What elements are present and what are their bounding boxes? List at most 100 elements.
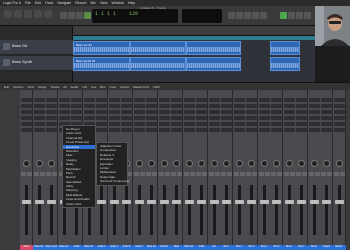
solo-button[interactable] bbox=[302, 172, 307, 176]
mixer-bar-edit[interactable]: Edit bbox=[4, 85, 9, 89]
fader-cap[interactable] bbox=[197, 200, 206, 204]
insert-slot[interactable] bbox=[308, 110, 320, 114]
volume-fader[interactable] bbox=[187, 185, 191, 235]
pan-knob[interactable] bbox=[148, 160, 155, 167]
insert-slot[interactable] bbox=[158, 98, 170, 102]
menu-item-edit[interactable]: Edit bbox=[35, 1, 41, 5]
mixer-bar-master-vca[interactable]: Master/VCA bbox=[133, 85, 149, 89]
insert-slot[interactable] bbox=[108, 110, 120, 114]
channel-strip[interactable]: Output bbox=[320, 90, 333, 250]
insert-slot[interactable] bbox=[321, 128, 332, 132]
channel-strip[interactable]: Master bbox=[332, 90, 346, 250]
audio-region[interactable] bbox=[186, 41, 241, 55]
insert-slot[interactable] bbox=[96, 104, 107, 108]
insert-slot[interactable] bbox=[183, 128, 195, 132]
insert-slot[interactable] bbox=[121, 116, 132, 120]
insert-slot[interactable] bbox=[96, 116, 107, 120]
solo-button[interactable] bbox=[177, 172, 182, 176]
insert-slot[interactable] bbox=[71, 116, 82, 120]
solo-button[interactable] bbox=[139, 172, 145, 176]
insert-slot[interactable] bbox=[308, 98, 320, 102]
mute-button[interactable] bbox=[196, 172, 201, 176]
audio-region[interactable] bbox=[270, 57, 300, 71]
mute-button[interactable] bbox=[233, 172, 239, 176]
menu-item-record[interactable]: Record bbox=[75, 1, 86, 5]
insert-slot[interactable] bbox=[146, 98, 157, 102]
menu-item-navigate[interactable]: Navigate bbox=[57, 1, 71, 5]
insert-slot[interactable] bbox=[208, 122, 220, 126]
volume-fader[interactable] bbox=[312, 185, 316, 235]
solo-button[interactable] bbox=[289, 172, 295, 176]
insert-slot[interactable] bbox=[58, 116, 70, 120]
insert-slot[interactable] bbox=[246, 110, 257, 114]
insert-slot[interactable] bbox=[171, 122, 182, 126]
insert-slot[interactable] bbox=[333, 110, 345, 114]
solo-button[interactable] bbox=[239, 172, 245, 176]
insert-slot[interactable] bbox=[258, 110, 270, 114]
mixer-bar-all[interactable]: All bbox=[63, 85, 66, 89]
insert-slot[interactable] bbox=[333, 98, 345, 102]
volume-fader[interactable] bbox=[50, 185, 53, 235]
pan-knob[interactable] bbox=[185, 160, 193, 167]
insert-slot[interactable] bbox=[321, 98, 332, 102]
fader-cap[interactable] bbox=[209, 200, 219, 204]
insert-slot[interactable] bbox=[308, 128, 320, 132]
volume-fader[interactable] bbox=[287, 185, 291, 235]
insert-slot[interactable] bbox=[83, 104, 95, 108]
insert-slot[interactable] bbox=[258, 116, 270, 120]
fader-cap[interactable] bbox=[97, 200, 106, 204]
insert-slot[interactable] bbox=[321, 116, 332, 120]
insert-slot[interactable] bbox=[46, 104, 57, 108]
insert-slot[interactable] bbox=[158, 104, 170, 108]
menu-item-track[interactable]: Track bbox=[45, 1, 54, 5]
insert-slot[interactable] bbox=[233, 110, 245, 114]
stop-button[interactable] bbox=[76, 12, 83, 19]
insert-slot[interactable] bbox=[46, 110, 57, 114]
editors-button[interactable] bbox=[280, 12, 287, 19]
metronome-button[interactable] bbox=[260, 12, 267, 19]
volume-fader[interactable] bbox=[25, 185, 28, 235]
audio-region[interactable] bbox=[270, 41, 300, 55]
insert-slot[interactable] bbox=[246, 128, 257, 132]
insert-slot[interactable] bbox=[271, 116, 282, 120]
mixer-bar-single[interactable]: Single bbox=[38, 85, 46, 89]
audio-region[interactable] bbox=[130, 57, 186, 71]
insert-slot[interactable] bbox=[283, 110, 295, 114]
insert-slot[interactable] bbox=[33, 110, 45, 114]
insert-slot[interactable] bbox=[21, 116, 32, 120]
channel-strip[interactable]: Bass Gtr bbox=[182, 90, 196, 250]
fader-cap[interactable] bbox=[222, 200, 231, 204]
insert-slot[interactable] bbox=[171, 98, 182, 102]
pan-knob[interactable] bbox=[48, 160, 55, 167]
mixer-bar-aux[interactable]: Aux bbox=[91, 85, 96, 89]
solo-button[interactable] bbox=[339, 172, 345, 176]
insert-slot[interactable] bbox=[108, 104, 120, 108]
insert-slot[interactable] bbox=[271, 98, 282, 102]
audio-region[interactable]: Bass Gtr #1 bbox=[73, 41, 130, 55]
insert-slot[interactable] bbox=[196, 128, 207, 132]
volume-fader[interactable] bbox=[237, 185, 241, 235]
fader-cap[interactable] bbox=[122, 200, 131, 204]
toolbar-button[interactable] bbox=[24, 10, 32, 18]
insert-slot[interactable] bbox=[283, 98, 295, 102]
insert-slot[interactable] bbox=[208, 116, 220, 120]
volume-fader[interactable] bbox=[37, 185, 41, 235]
smart-controls-button[interactable] bbox=[34, 10, 42, 18]
plugin-menu-item[interactable]: Audio Units bbox=[63, 202, 95, 206]
insert-slot[interactable] bbox=[221, 116, 232, 120]
insert-slot[interactable] bbox=[58, 98, 70, 102]
plugin-submenu-item[interactable]: Surround Compressor bbox=[97, 179, 130, 183]
mixer-bar-audio[interactable]: Audio bbox=[71, 85, 79, 89]
insert-slot[interactable] bbox=[321, 122, 332, 126]
insert-slot[interactable] bbox=[96, 98, 107, 102]
insert-slot[interactable] bbox=[183, 110, 195, 114]
mute-button[interactable] bbox=[333, 172, 339, 176]
solo-button[interactable] bbox=[164, 172, 170, 176]
fader-cap[interactable] bbox=[297, 200, 306, 204]
insert-slot[interactable] bbox=[133, 104, 145, 108]
volume-fader[interactable] bbox=[100, 185, 103, 235]
volume-fader[interactable] bbox=[162, 185, 166, 235]
insert-slot[interactable] bbox=[108, 116, 120, 120]
insert-slot[interactable] bbox=[296, 122, 307, 126]
insert-slot[interactable] bbox=[233, 122, 245, 126]
